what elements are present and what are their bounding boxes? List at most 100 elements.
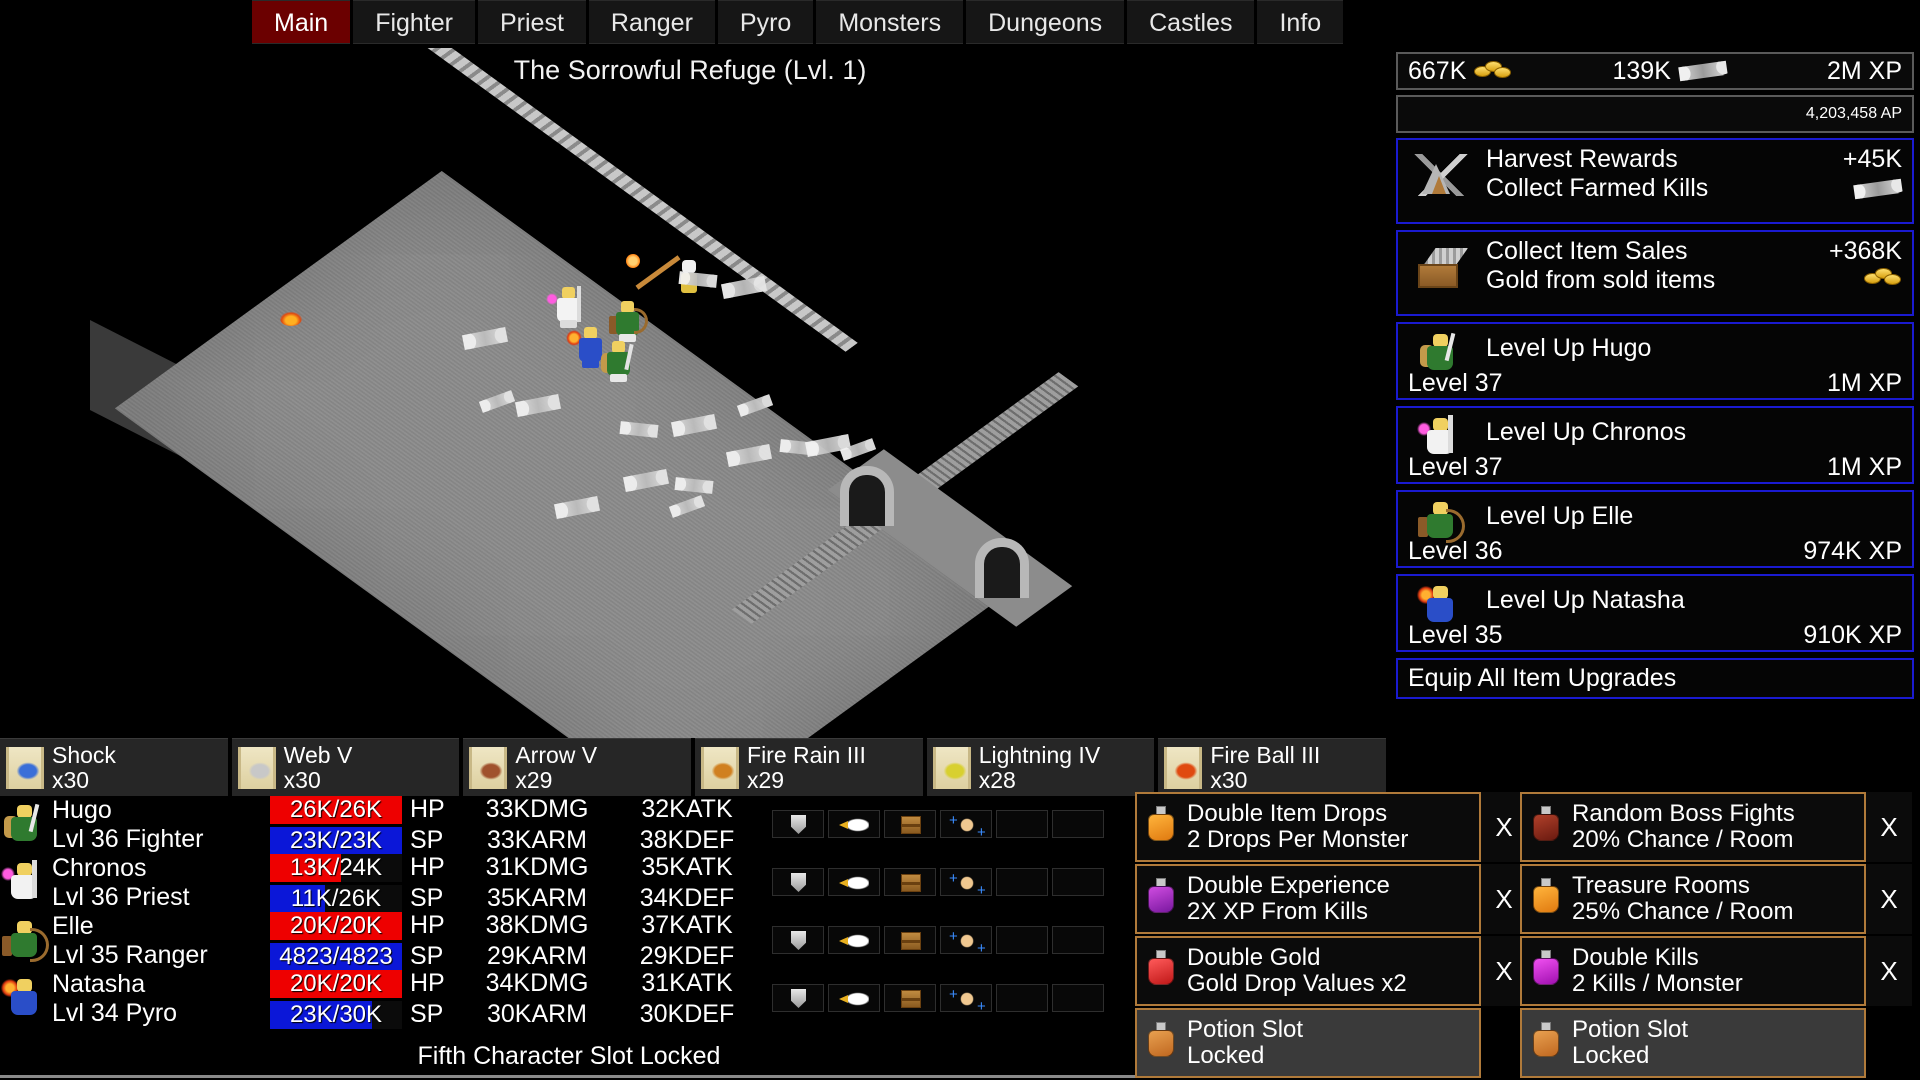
spell-quantity: x30	[1210, 766, 1248, 793]
levelup-card-3[interactable]: Level Up Natasha Level 35 910K XP	[1396, 574, 1914, 652]
character-block-0[interactable]: Hugo Lvl 36 Fighter 26K/26K HP 33KDMG 32KATK 2…	[0, 795, 1138, 855]
buff-slot-muscle[interactable]	[940, 984, 992, 1014]
buff-slot-empty[interactable]	[996, 984, 1048, 1012]
nav-tab-info[interactable]: Info	[1257, 0, 1344, 44]
ranger-portrait-icon	[1418, 499, 1465, 545]
buff-slot-shield[interactable]	[772, 984, 824, 1012]
levelup-card-list: Level Up Hugo Level 37 1M XP Level Up Chron…	[1396, 322, 1914, 652]
potion-magenta-icon	[1528, 950, 1564, 992]
potion-slot-2[interactable]: Double Gold Gold Drop Values x2	[1135, 936, 1481, 1006]
potion-name: Treasure Rooms	[1572, 872, 1750, 900]
damage-stat: 34KDMG	[485, 969, 589, 997]
potion-remove-button[interactable]: X	[1866, 864, 1912, 934]
buff-slot-empty[interactable]	[1052, 926, 1104, 954]
potion-slot-2[interactable]: Double Kills 2 Kills / Monster	[1520, 936, 1866, 1006]
sp-bar: 23K/30K	[270, 1000, 402, 1029]
hero-sprite-priest[interactable]	[545, 286, 583, 328]
buff-slot-empty[interactable]	[996, 926, 1048, 954]
nav-tab-monsters[interactable]: Monsters	[816, 0, 964, 44]
buff-slot-eagle[interactable]	[828, 810, 880, 838]
buff-slot-muscle[interactable]	[940, 926, 992, 956]
spell-slot-2[interactable]: Arrow Vx29	[463, 738, 692, 796]
nav-tab-ranger[interactable]: Ranger	[588, 0, 715, 44]
buff-slot-eagle[interactable]	[828, 868, 880, 896]
levelup-level: Level 35	[1408, 621, 1503, 649]
buff-slot-empty[interactable]	[1052, 810, 1104, 838]
defense-stat: 34KDEF	[639, 884, 735, 912]
potion-slot-1[interactable]: Treasure Rooms 25% Chance / Room	[1520, 864, 1866, 934]
levelup-card-0[interactable]: Level Up Hugo Level 37 1M XP	[1396, 322, 1914, 400]
character-block-2[interactable]: Elle Lvl 35 Ranger 20K/20K HP 38KDMG 37KATK 48…	[0, 911, 1138, 971]
potion-description: 2X XP From Kills	[1187, 898, 1368, 925]
potion-remove-button[interactable]: X	[1866, 936, 1912, 1006]
potion-name: Potion Slot	[1572, 1016, 1689, 1044]
potion-slot-0[interactable]: Random Boss Fights 20% Chance / Room	[1520, 792, 1866, 862]
house-icon	[1414, 248, 1468, 288]
buff-slot-empty[interactable]	[1052, 984, 1104, 1012]
spell-slot-5[interactable]: Fire Ball III x30	[1158, 738, 1387, 796]
potion-remove-button[interactable]: X	[1866, 792, 1912, 862]
hp-value: 20K/20K	[289, 969, 383, 997]
levelup-card-1[interactable]: Level Up Chronos Level 37 1M XP	[1396, 406, 1914, 484]
reward-card-0[interactable]: Harvest Rewards +45K Collect Farmed Kills	[1396, 138, 1914, 224]
map-title: The Sorrowful Refuge (Lvl. 1)	[513, 55, 867, 85]
buff-slot-shield[interactable]	[772, 810, 824, 838]
spell-slot-3[interactable]: Fire Rain III x29	[695, 738, 923, 796]
nav-tab-castles[interactable]: Castles	[1127, 0, 1255, 44]
attack-stat: 31KATK	[641, 969, 733, 997]
buff-slot-muscle[interactable]	[940, 868, 992, 898]
scroll-lightning-icon	[932, 746, 971, 789]
hp-bar: 20K/20K	[270, 911, 402, 940]
levelup-card-2[interactable]: Level Up Elle Level 36 974K XP	[1396, 490, 1914, 568]
nav-tab-dungeons[interactable]: Dungeons	[966, 0, 1125, 44]
potion-slot-3[interactable]: Potion Slot Locked	[1520, 1008, 1866, 1078]
buff-slot-empty[interactable]	[1052, 868, 1104, 896]
hero-sprite-ranger[interactable]	[609, 300, 648, 342]
buff-slot-shield[interactable]	[772, 926, 824, 954]
potion-slot-1[interactable]: Double Experience 2X XP From Kills	[1135, 864, 1481, 934]
buff-slot-eagle[interactable]	[828, 926, 880, 954]
character-block-3[interactable]: Natasha Lvl 34 Pyro 20K/20K HP 34KDMG 31KATK 2…	[0, 969, 1138, 1029]
buff-slot-muscle[interactable]	[940, 810, 992, 840]
sp-label: SP	[410, 1000, 444, 1028]
equip-all-upgrades-button[interactable]: Equip All Item Upgrades	[1396, 658, 1914, 699]
levelup-xp: 974K XP	[1803, 537, 1902, 565]
buff-slot-chest[interactable]	[884, 984, 936, 1012]
buff-slot-shield[interactable]	[772, 868, 824, 896]
nav-tab-fighter[interactable]: Fighter	[353, 0, 475, 44]
fifth-character-slot-locked[interactable]: Fifth Character Slot Locked	[0, 1038, 1138, 1078]
potion-description: 20% Chance / Room	[1572, 826, 1794, 853]
potion-orange-icon	[1528, 878, 1564, 920]
buff-slot-chest[interactable]	[884, 868, 936, 896]
potion-slot-0[interactable]: Double Item Drops 2 Drops Per Monster	[1135, 792, 1481, 862]
levelup-title: Level Up Hugo	[1486, 333, 1652, 362]
buff-slot-chest[interactable]	[884, 810, 936, 838]
damage-stat: 38KDMG	[485, 911, 589, 939]
bones-resource: 139K	[1612, 57, 1728, 86]
spell-slot-4[interactable]: Lightning IV x28	[926, 738, 1155, 796]
buff-slot-empty[interactable]	[996, 868, 1048, 896]
hero-sprite-fighter[interactable]	[601, 340, 634, 382]
scroll-fireball-icon	[1164, 746, 1203, 789]
dungeon-archway-2	[975, 538, 1029, 598]
spell-slot-1[interactable]: Web Vx30	[231, 738, 460, 796]
character-class-level: Lvl 35 Ranger	[52, 941, 208, 969]
reward-title: Collect Item Sales	[1486, 237, 1688, 265]
gold-resource: 667K	[1408, 57, 1512, 86]
dungeon-map-viewport[interactable]	[0, 48, 1390, 738]
reward-card-1[interactable]: Collect Item Sales +368K Gold from sold it…	[1396, 230, 1914, 316]
buff-slot-chest[interactable]	[884, 926, 936, 954]
buff-slot-eagle[interactable]	[828, 984, 880, 1012]
spell-name: Web V	[283, 742, 353, 769]
nav-tab-main[interactable]: Main	[252, 0, 351, 44]
armor-stat: 35KARM	[486, 884, 588, 912]
character-block-1[interactable]: Chronos Lvl 36 Priest 13K/24K HP 31KDMG 35KAT…	[0, 853, 1138, 913]
potion-slot-3[interactable]: Potion Slot Locked	[1135, 1008, 1481, 1078]
buff-slot-empty[interactable]	[996, 810, 1048, 838]
spell-quantity: x28	[978, 766, 1016, 793]
pyro-portrait-icon	[1417, 583, 1464, 629]
potion-locked-icon	[1143, 1022, 1179, 1064]
spell-slot-0[interactable]: Shock x30	[0, 738, 228, 796]
nav-tab-priest[interactable]: Priest	[478, 0, 586, 44]
nav-tab-pyro[interactable]: Pyro	[717, 0, 814, 44]
